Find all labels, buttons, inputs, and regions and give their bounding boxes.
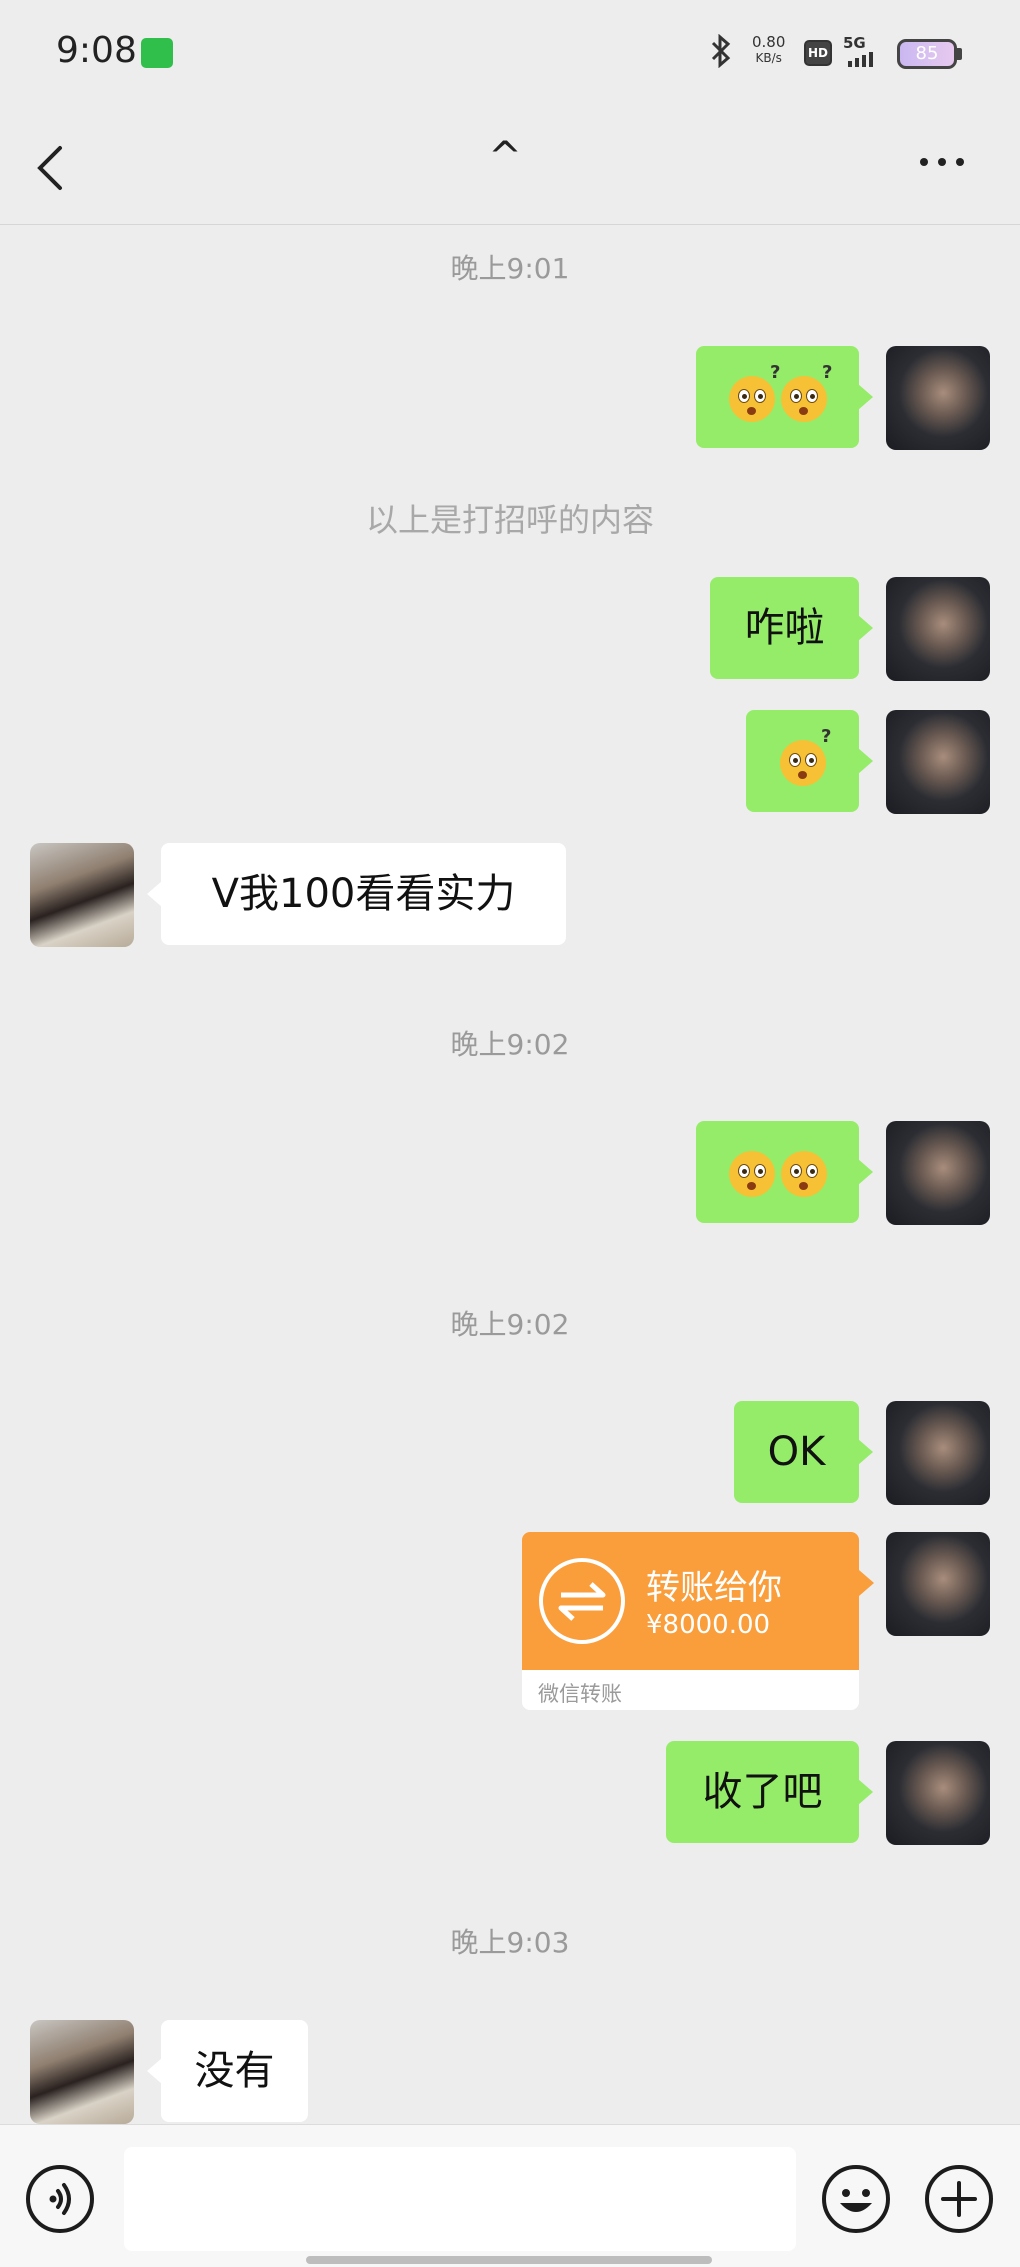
chat-header: ^ [0, 110, 1020, 225]
timestamp: 晚上9:03 [450, 1926, 570, 1959]
voice-icon[interactable] [26, 2165, 94, 2233]
hd-badge: HD [804, 40, 832, 66]
transfer-icon [539, 1558, 625, 1644]
avatar-contact[interactable] [30, 2020, 134, 2124]
sent-message-bubble[interactable]: OK [734, 1401, 873, 1503]
transfer-card[interactable]: 转账给你 ¥8000.00 微信转账 [522, 1532, 859, 1710]
timestamp: 晚上9:02 [450, 1028, 570, 1061]
plus-icon[interactable] [925, 2165, 993, 2233]
sent-message-bubble[interactable]: 咋啦 [710, 577, 873, 679]
timestamp: 晚上9:02 [450, 1308, 570, 1341]
avatar-me[interactable] [886, 710, 990, 814]
more-dots-icon[interactable] [920, 152, 980, 172]
net-speed-unit: KB/s [755, 51, 782, 65]
sent-message-bubble[interactable]: 收了吧 [666, 1741, 873, 1843]
transfer-title: 转账给你 [646, 1568, 782, 1608]
transfer-footer: 微信转账 [538, 1682, 622, 1706]
avatar-me[interactable] [886, 577, 990, 681]
net-speed-value: 0.80 [752, 33, 786, 51]
app-notification-icon [141, 38, 173, 68]
avatar-me[interactable] [886, 346, 990, 450]
message-input[interactable] [124, 2147, 796, 2251]
timestamp: 晚上9:01 [450, 252, 570, 285]
avatar-me[interactable] [886, 1741, 990, 1845]
system-notice: 以上是打招呼的内容 [365, 501, 654, 539]
back-arrow-icon[interactable] [30, 140, 78, 196]
battery-level: 85 [915, 43, 939, 64]
emoji-face-icon[interactable] [822, 2165, 890, 2233]
avatar-me[interactable] [886, 1532, 990, 1636]
status-time: 9:08 [56, 30, 137, 71]
battery-icon: 85 [897, 39, 957, 69]
received-message-bubble[interactable]: V我100看看实力 [147, 843, 566, 945]
confused-emoji: ? [780, 364, 833, 422]
received-message-bubble[interactable]: 没有 [147, 2020, 308, 2122]
network-type: 5G [843, 34, 866, 52]
bluetooth-icon [711, 34, 731, 68]
avatar-contact[interactable] [30, 843, 134, 947]
home-indicator[interactable] [306, 2256, 712, 2264]
avatar-me[interactable] [886, 1121, 990, 1225]
staring-emoji [780, 1151, 827, 1197]
confused-emoji: ? [779, 728, 832, 786]
confused-emoji: ? [728, 364, 781, 422]
battery-tip [957, 48, 962, 60]
transfer-card-header: 转账给你 ¥8000.00 [522, 1532, 859, 1670]
transfer-amount: ¥8000.00 [646, 1610, 771, 1640]
sent-emoji-bubble[interactable]: ?? [696, 346, 873, 448]
signal-icon [848, 52, 873, 67]
chat-title[interactable]: ^ [480, 134, 530, 180]
staring-emoji [728, 1151, 775, 1197]
avatar-me[interactable] [886, 1401, 990, 1505]
sent-emoji-bubble[interactable] [696, 1121, 873, 1223]
sent-emoji-bubble[interactable]: ? [746, 710, 873, 812]
transfer-tail [859, 1570, 874, 1596]
input-bar [0, 2124, 1020, 2267]
net-speed: 0.80 KB/s [752, 34, 785, 66]
